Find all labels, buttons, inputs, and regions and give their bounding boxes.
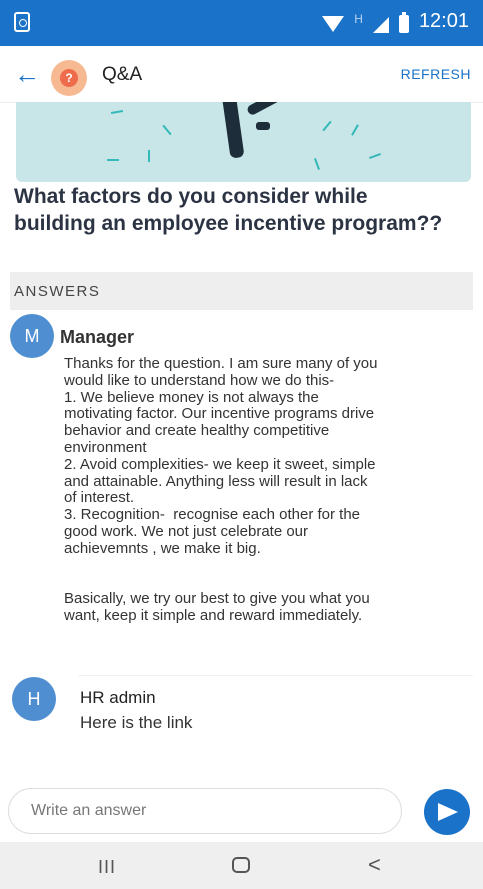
avatar[interactable]: H — [12, 677, 56, 721]
banner-ray — [110, 109, 124, 115]
banner-ray — [162, 124, 172, 136]
home-icon[interactable] — [232, 857, 250, 873]
page-title: Q&A — [102, 64, 143, 85]
answer-input[interactable] — [8, 788, 402, 834]
question-mark-icon: ? — [60, 69, 78, 87]
app-notification-icon — [14, 12, 30, 32]
system-nav-bar: III < — [0, 842, 483, 889]
clock: 12:01 — [418, 10, 469, 32]
app-bar: ← ? Q&A REFRESH — [0, 46, 483, 103]
answer-author: Manager — [60, 327, 135, 347]
battery-icon — [398, 11, 409, 33]
banner-ray — [351, 124, 359, 136]
answer-text: Here is the link — [80, 713, 193, 732]
qa-avatar: ? — [51, 60, 87, 96]
recents-icon[interactable]: III — [98, 857, 116, 878]
answers-header-label: ANSWERS — [14, 283, 101, 300]
banner-ray — [148, 150, 150, 162]
send-icon — [438, 803, 458, 821]
question-title: What factors do you consider while build… — [14, 185, 443, 235]
network-type: H — [354, 11, 363, 26]
back-arrow-icon[interactable]: ← — [14, 60, 42, 88]
signal-icon — [372, 16, 389, 33]
answer-author: HR admin — [80, 688, 156, 707]
answer-text: Thanks for the question. I am sure many … — [64, 355, 378, 624]
status-bar: H 12:01 — [0, 0, 483, 46]
question-banner-image — [16, 102, 471, 182]
banner-figure-foot — [256, 122, 270, 130]
answer-divider — [78, 675, 473, 676]
avatar[interactable]: M — [10, 314, 54, 358]
banner-ray — [322, 120, 332, 132]
nav-back-icon[interactable]: < — [368, 852, 381, 878]
banner-ray — [107, 159, 119, 161]
wifi-icon — [322, 15, 345, 32]
send-button[interactable] — [424, 789, 470, 835]
banner-figure — [221, 102, 245, 159]
banner-ray — [369, 153, 381, 159]
status-icons: H 12:01 — [322, 10, 469, 33]
refresh-button[interactable]: REFRESH — [401, 66, 471, 82]
banner-ray — [314, 158, 320, 170]
answers-header: ANSWERS — [10, 272, 473, 310]
banner-figure-leg — [245, 102, 285, 117]
